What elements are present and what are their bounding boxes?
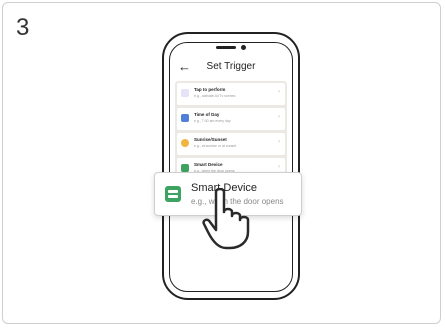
chevron-right-icon: › <box>278 139 280 145</box>
sun-icon <box>181 139 189 147</box>
tap-icon <box>181 89 189 97</box>
phone-screen: ← Set Trigger Tap to perform e.g., activ… <box>169 42 293 292</box>
trigger-list: Tap to perform e.g., activate All Tv sce… <box>175 81 287 185</box>
trigger-item-subtitle: e.g., 7:00 am every day <box>194 119 231 123</box>
phone-speaker <box>216 46 236 49</box>
trigger-item-time[interactable]: Time of Day e.g., 7:00 am every day › <box>177 108 285 130</box>
trigger-item-title: Smart Device <box>194 162 223 167</box>
trigger-item-title: Tap to perform <box>194 87 226 92</box>
pointing-hand-icon <box>202 188 250 250</box>
device-icon <box>181 164 189 172</box>
screen-header: ← Set Trigger <box>170 57 292 77</box>
trigger-item-title: Time of Day <box>194 112 220 117</box>
trigger-item-sun[interactable]: Sunrise/Sunset e.g., at sunrise or at su… <box>177 133 285 155</box>
device-icon <box>165 186 181 202</box>
trigger-item-subtitle: e.g., activate All Tv scenes <box>194 94 236 98</box>
chevron-right-icon: › <box>278 114 280 120</box>
calendar-icon <box>181 114 189 122</box>
trigger-item-title: Sunrise/Sunset <box>194 137 227 142</box>
trigger-item-tap[interactable]: Tap to perform e.g., activate All Tv sce… <box>177 83 285 105</box>
screen-title: Set Trigger <box>206 61 256 72</box>
step-number: 3 <box>16 14 30 41</box>
chevron-right-icon: › <box>278 89 280 95</box>
chevron-right-icon: › <box>278 164 280 170</box>
trigger-item-subtitle: e.g., at sunrise or at sunset <box>194 144 237 148</box>
phone-camera <box>241 45 246 50</box>
